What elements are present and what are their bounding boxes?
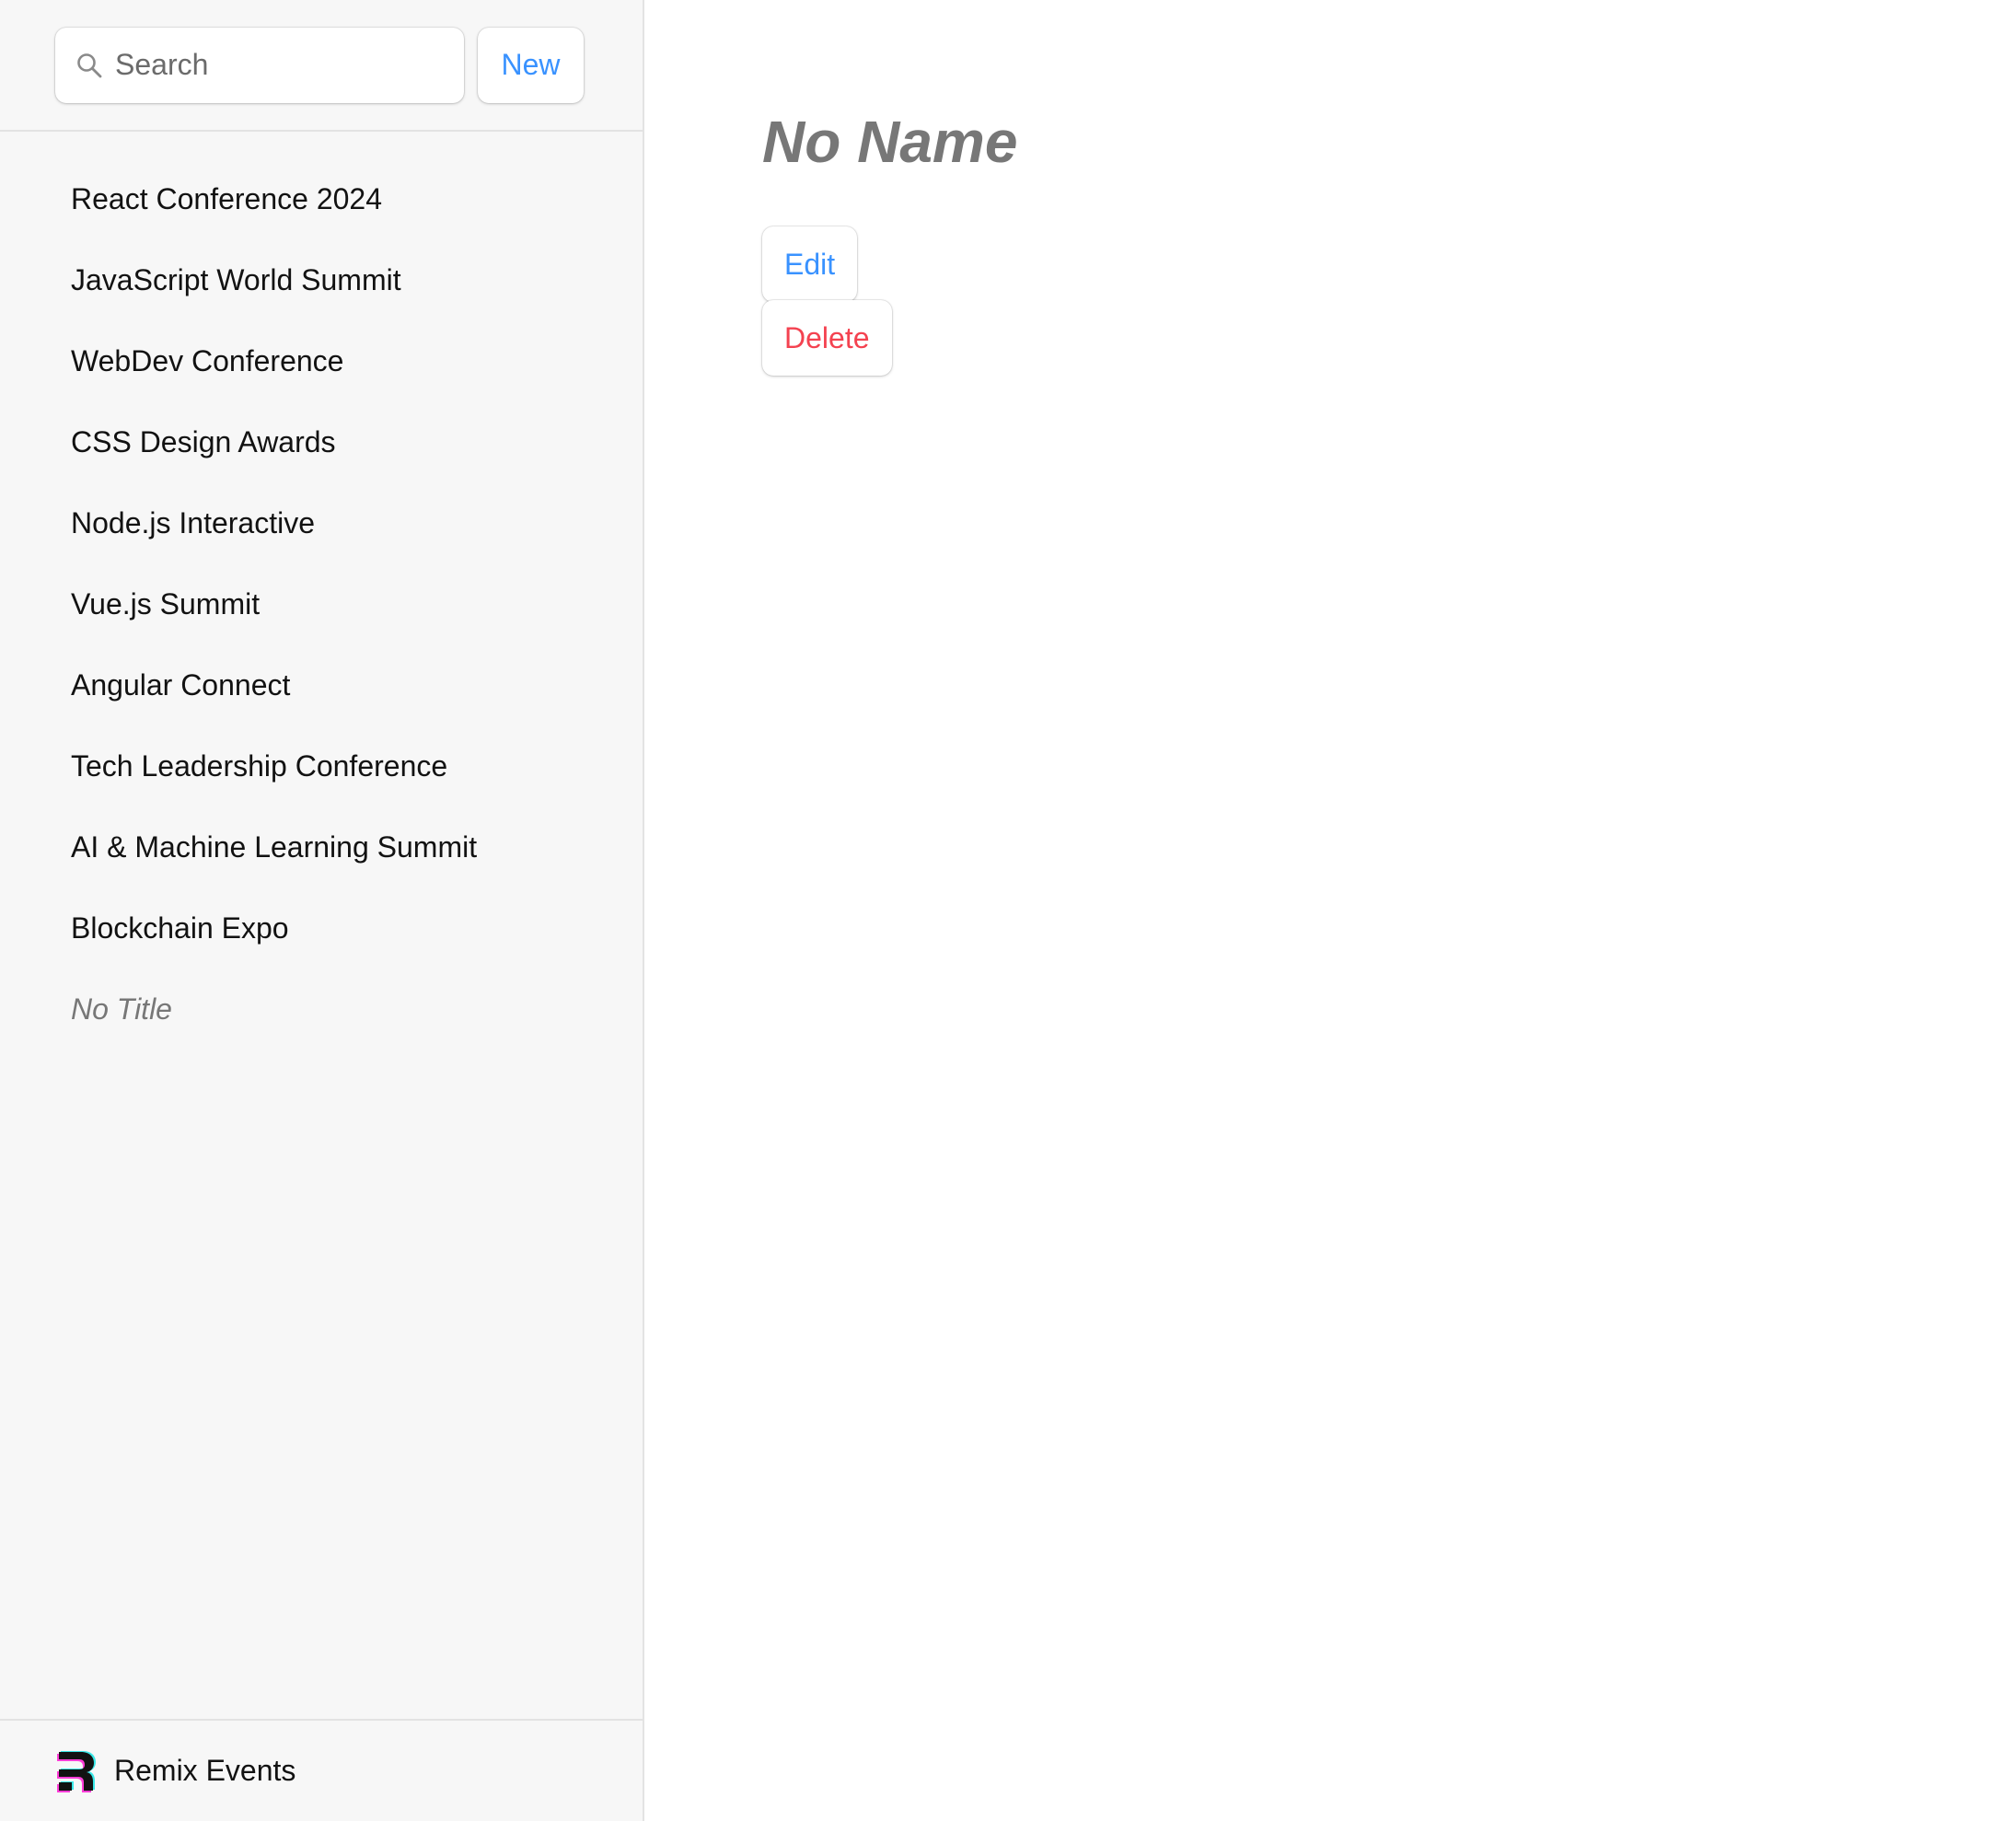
search-icon [77,52,102,77]
event-item[interactable]: Node.js Interactive [55,482,589,563]
event-detail: No Name Edit Delete [644,0,2016,1821]
search-box [55,27,464,103]
app-root: New React Conference 2024 JavaScript Wor… [0,0,2016,1821]
event-item[interactable]: Tech Leadership Conference [55,725,589,806]
delete-button[interactable]: Delete [762,300,892,376]
edit-button[interactable]: Edit [762,226,858,302]
remix-logo-icon [57,1750,96,1792]
new-button[interactable]: New [478,27,584,103]
event-item-untitled[interactable]: No Title [55,968,589,1050]
search-input[interactable] [55,27,464,103]
event-item[interactable]: Blockchain Expo [55,887,589,968]
event-item[interactable]: WebDev Conference [55,320,589,401]
event-item[interactable]: JavaScript World Summit [55,239,589,320]
sidebar-footer: Remix Events [0,1719,643,1821]
brand-name: Remix Events [114,1754,296,1787]
sidebar-header: New [0,0,643,132]
event-list: React Conference 2024 JavaScript World S… [0,132,643,1050]
event-item[interactable]: React Conference 2024 [55,158,589,239]
event-title: No Name [762,109,1018,175]
event-item[interactable]: Angular Connect [55,644,589,725]
event-item[interactable]: CSS Design Awards [55,401,589,482]
event-item[interactable]: Vue.js Summit [55,563,589,644]
sidebar: New React Conference 2024 JavaScript Wor… [0,0,644,1821]
event-item[interactable]: AI & Machine Learning Summit [55,806,589,887]
